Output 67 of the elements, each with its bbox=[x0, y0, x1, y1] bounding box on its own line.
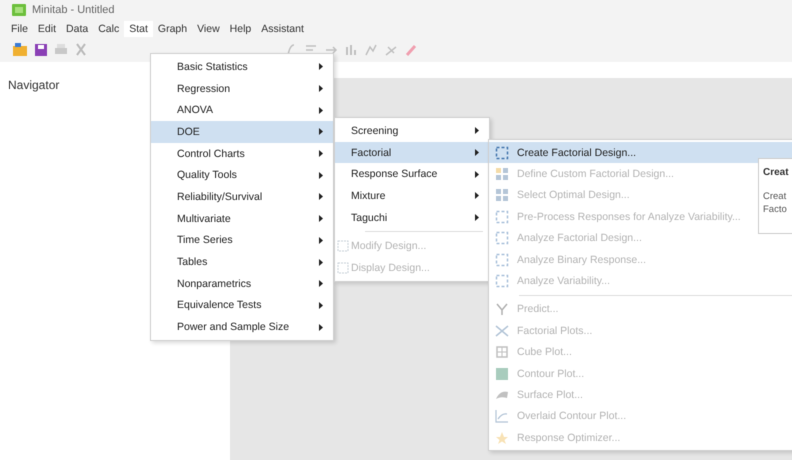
menu-item[interactable]: Screening bbox=[335, 120, 489, 142]
pencil-icon[interactable] bbox=[404, 42, 418, 56]
menu-item[interactable]: Response Surface bbox=[335, 163, 489, 186]
tooltip-text: Facto bbox=[763, 203, 787, 216]
submenu-arrow-icon bbox=[319, 63, 323, 70]
submenu-arrow-icon bbox=[475, 170, 479, 178]
menu-item[interactable]: Tables bbox=[151, 251, 333, 273]
menu-bar-item[interactable]: Stat bbox=[124, 20, 153, 36]
menu-bar-item[interactable]: Help bbox=[224, 20, 256, 36]
folder-icon[interactable] bbox=[12, 42, 28, 56]
submenu-arrow-icon bbox=[319, 258, 323, 266]
menu-item[interactable]: Taguchi bbox=[335, 206, 489, 228]
submenu-arrow-icon bbox=[319, 236, 323, 244]
plot-icon bbox=[495, 409, 509, 424]
submenu-arrow-icon bbox=[319, 106, 323, 114]
submenu-arrow-icon bbox=[319, 172, 323, 179]
star-icon bbox=[495, 430, 509, 445]
window-title: Minitab - Untitled bbox=[32, 4, 115, 16]
submenu-arrow-icon bbox=[475, 192, 479, 200]
submenu-arrow-icon bbox=[475, 149, 479, 156]
menu-item[interactable]: Mixture bbox=[335, 185, 489, 207]
menu-item[interactable]: Equivalence Tests bbox=[151, 294, 333, 316]
tooltip-title: Creat bbox=[763, 167, 789, 178]
menu-bar-item[interactable]: View bbox=[192, 20, 225, 36]
save-icon[interactable] bbox=[34, 42, 48, 56]
submenu-arrow-icon bbox=[475, 214, 479, 222]
submenu-arrow-icon bbox=[319, 280, 323, 288]
frame-icon bbox=[495, 274, 509, 288]
submenu-arrow-icon bbox=[475, 127, 479, 134]
menu-bar-item[interactable]: Assistant bbox=[256, 20, 309, 36]
menu-item[interactable]: Quality Tools bbox=[151, 164, 333, 186]
menu-item[interactable]: Multivariate bbox=[151, 208, 333, 230]
menu-bar-item[interactable]: Calc bbox=[93, 20, 124, 36]
menu-item[interactable]: Time Series bbox=[151, 230, 333, 252]
submenu-arrow-icon bbox=[319, 85, 323, 92]
menu-bar-item[interactable]: File bbox=[6, 20, 33, 36]
cube-icon bbox=[495, 345, 509, 360]
frame-icon bbox=[495, 252, 509, 267]
menu-item[interactable]: Reliability/Survival bbox=[151, 186, 333, 208]
cut-icon[interactable] bbox=[74, 42, 88, 56]
tooltip-text: Creat bbox=[763, 190, 786, 203]
menu-item[interactable]: Create Factorial Design... bbox=[489, 142, 792, 164]
print-icon[interactable] bbox=[54, 42, 68, 56]
menu-item[interactable]: ANOVA bbox=[151, 99, 333, 122]
frame-icon bbox=[495, 146, 509, 160]
app-logo-icon bbox=[12, 4, 26, 16]
funnel-icon bbox=[495, 302, 509, 316]
submenu-arrow-icon bbox=[319, 128, 323, 136]
menu-item[interactable]: Nonparametrics bbox=[151, 272, 333, 295]
menu-item[interactable]: Basic Statistics bbox=[151, 56, 333, 78]
menu-item[interactable]: Regression bbox=[151, 78, 333, 100]
submenu-arrow-icon bbox=[319, 324, 323, 331]
menu-item[interactable]: Power and Sample Size bbox=[151, 316, 333, 338]
square-icon bbox=[495, 366, 509, 381]
menu-item[interactable]: Control Charts bbox=[151, 142, 333, 164]
submenu-arrow-icon bbox=[319, 302, 323, 309]
menu-item[interactable]: DOE bbox=[151, 121, 333, 143]
menu-bar-item[interactable]: Data bbox=[61, 20, 94, 36]
submenu-arrow-icon bbox=[319, 150, 323, 158]
frame-icon bbox=[495, 231, 509, 246]
crossed-lines-icon bbox=[495, 324, 509, 338]
navigator-title: Navigator bbox=[8, 78, 60, 92]
menu-bar-item[interactable]: Edit bbox=[32, 20, 62, 36]
submenu-arrow-icon bbox=[319, 215, 323, 222]
menu-item[interactable]: Factorial bbox=[335, 142, 489, 164]
menu-bar-item[interactable]: Graph bbox=[152, 20, 192, 36]
submenu-arrow-icon bbox=[319, 193, 323, 200]
